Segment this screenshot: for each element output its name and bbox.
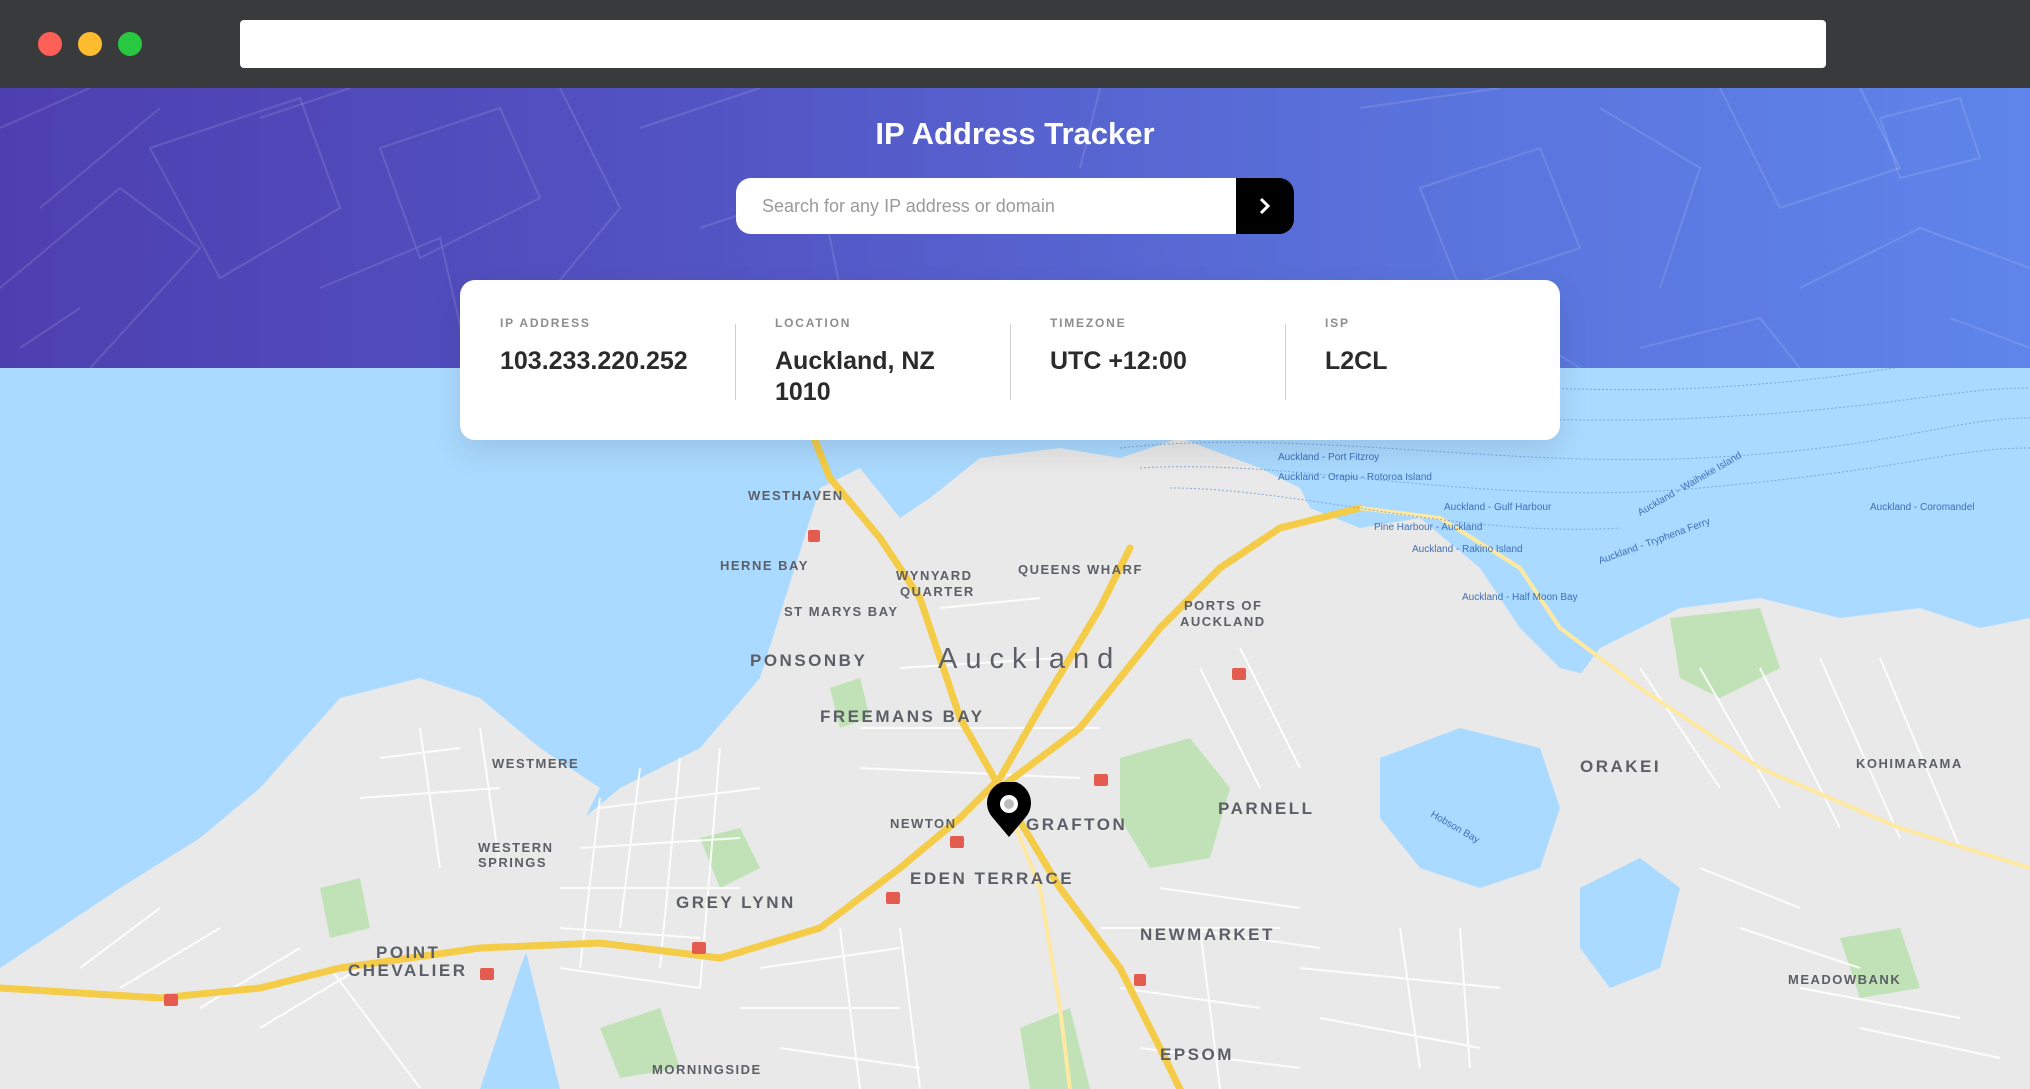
label-parnell: PARNELL: [1218, 799, 1315, 818]
label-grey-lynn: GREY LYNN: [676, 893, 796, 912]
label-ponsonby: PONSONBY: [750, 651, 867, 670]
ferry-label-rotoroa: Auckland - Orapiu - Rotoroa Island: [1278, 472, 1432, 483]
map-canvas[interactable]: WESTHAVEN HERNE BAY WYNYARD QUARTER QUEE…: [0, 368, 2030, 1089]
label-grafton: GRAFTON: [1026, 815, 1127, 834]
isp-label: ISP: [1325, 316, 1350, 330]
ferry-label-pine-harbour: Pine Harbour - Auckland: [1374, 522, 1482, 533]
minimize-window-button[interactable]: [78, 32, 102, 56]
location-marker[interactable]: [986, 780, 1032, 838]
browser-window-chrome: [0, 0, 2030, 88]
label-auckland-city: Auckland: [938, 643, 1121, 675]
address-bar[interactable]: [240, 20, 1826, 68]
label-quarter: QUARTER: [900, 584, 975, 599]
timezone-cell: TIMEZONE UTC +12:00: [1010, 316, 1285, 440]
search-submit-button[interactable]: [1236, 178, 1294, 234]
label-orakei: ORAKEI: [1580, 757, 1661, 776]
timezone-label: TIMEZONE: [1050, 316, 1127, 330]
ip-address-cell: IP ADDRESS 103.233.220.252: [460, 316, 735, 440]
label-chevalier: CHEVALIER: [348, 961, 467, 980]
location-cell: LOCATION Auckland, NZ 1010: [735, 316, 1010, 440]
label-st-marys-bay: ST MARYS BAY: [784, 604, 899, 619]
page-title: IP Address Tracker: [875, 116, 1155, 151]
label-eden-terrace: EDEN TERRACE: [910, 869, 1074, 888]
location-value: Auckland, NZ 1010: [775, 347, 935, 406]
label-freemans-bay: FREEMANS BAY: [820, 707, 984, 726]
search-input[interactable]: [736, 178, 1236, 234]
isp-value: L2CL: [1325, 347, 1388, 375]
ferry-label-port-fitzroy: Auckland - Port Fitzroy: [1278, 452, 1379, 463]
ferry-label-gulf-harbour: Auckland - Gulf Harbour: [1444, 502, 1552, 513]
label-herne-bay: HERNE BAY: [720, 558, 809, 573]
label-wynyard: WYNYARD: [896, 568, 972, 583]
chevron-right-icon: [1259, 197, 1271, 215]
label-springs: SPRINGS: [478, 855, 547, 870]
isp-cell: ISP L2CL: [1285, 316, 1560, 440]
label-meadowbank: MEADOWBANK: [1788, 972, 1901, 987]
label-newmarket: NEWMARKET: [1140, 925, 1275, 944]
close-window-button[interactable]: [38, 32, 62, 56]
timezone-value: UTC +12:00: [1050, 347, 1187, 375]
label-point: POINT: [376, 943, 440, 962]
ferry-label-coromandel: Auckland - Coromandel: [1870, 502, 1975, 513]
label-epsom: EPSOM: [1160, 1045, 1234, 1064]
label-westhaven: WESTHAVEN: [748, 488, 844, 503]
label-westmere: WESTMERE: [492, 756, 579, 771]
label-ports-of: PORTS OF: [1184, 598, 1262, 613]
location-label: LOCATION: [775, 316, 852, 330]
ip-address-label: IP ADDRESS: [500, 316, 591, 330]
label-morningside: MORNINGSIDE: [652, 1062, 762, 1077]
search-form: [736, 178, 1294, 234]
label-auckland-port: AUCKLAND: [1180, 614, 1266, 629]
label-queens-wharf: QUEENS WHARF: [1018, 562, 1143, 577]
label-kohimarama: KOHIMARAMA: [1856, 756, 1963, 771]
ip-info-card: IP ADDRESS 103.233.220.252 LOCATION Auck…: [460, 280, 1560, 440]
location-pin-icon: [987, 780, 1031, 837]
label-western: WESTERN: [478, 840, 554, 855]
ip-address-value: 103.233.220.252: [500, 347, 688, 375]
maximize-window-button[interactable]: [118, 32, 142, 56]
ferry-label-rakino: Auckland - Rakino Island: [1412, 544, 1523, 555]
label-newton: NEWTON: [890, 816, 957, 831]
map-view[interactable]: WESTHAVEN HERNE BAY WYNYARD QUARTER QUEE…: [0, 368, 2030, 1089]
ferry-label-half-moon: Auckland - Half Moon Bay: [1462, 592, 1578, 603]
